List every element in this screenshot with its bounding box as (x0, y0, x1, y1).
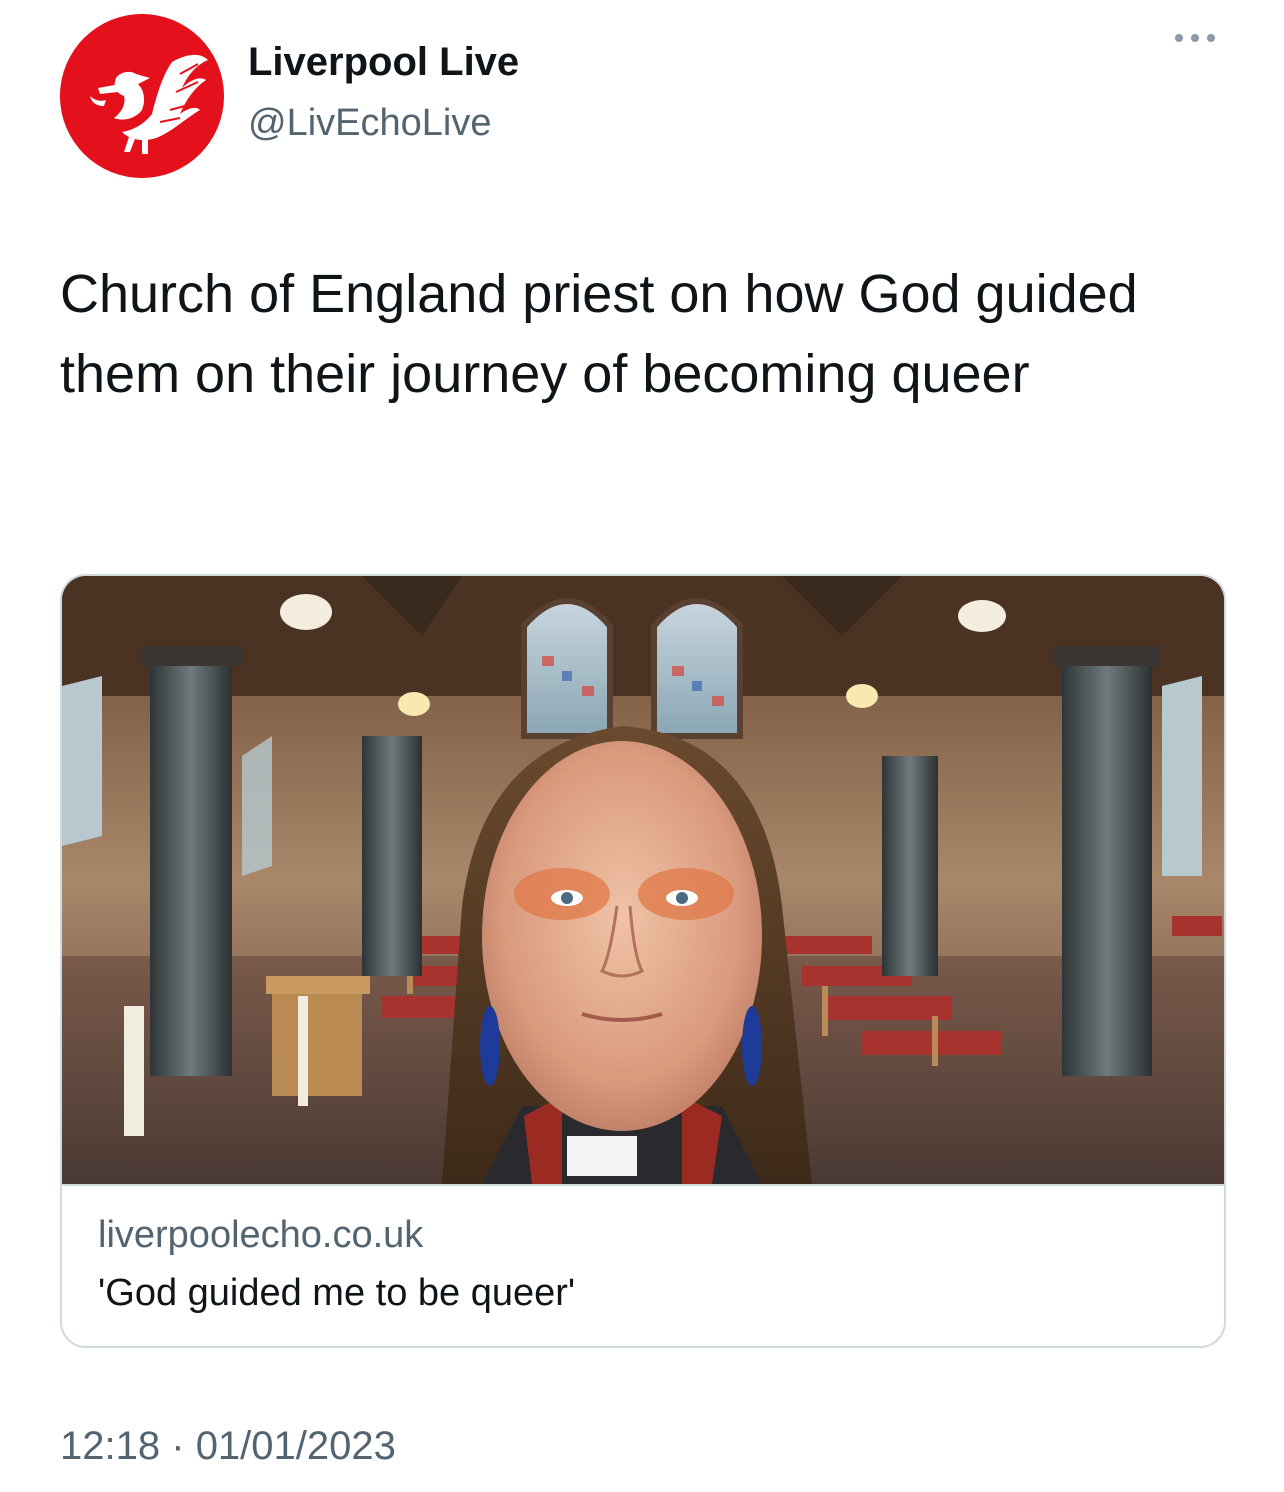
tweet-date[interactable]: 01/01/2023 (196, 1424, 396, 1468)
tweet-text: Church of England priest on how God guid… (60, 264, 1138, 404)
author-handle[interactable]: @LivEchoLive (248, 102, 491, 145)
link-card[interactable]: liverpoolecho.co.uk 'God guided me to be… (60, 574, 1226, 1348)
tweet-time[interactable]: 12:18 (60, 1424, 160, 1468)
timestamp-separator: · (171, 1424, 185, 1468)
more-options-icon[interactable] (1170, 28, 1220, 48)
tweet-timestamp[interactable]: 12:18 · 01/01/2023 (60, 1424, 396, 1469)
author-display-name[interactable]: Liverpool Live (248, 40, 519, 85)
liver-bird-logo-icon (60, 14, 224, 178)
card-domain: liverpoolecho.co.uk (98, 1214, 424, 1256)
card-image[interactable] (62, 576, 1224, 1184)
card-title: 'God guided me to be queer' (98, 1272, 576, 1314)
avatar[interactable] (60, 14, 224, 178)
card-divider (62, 1184, 1224, 1186)
